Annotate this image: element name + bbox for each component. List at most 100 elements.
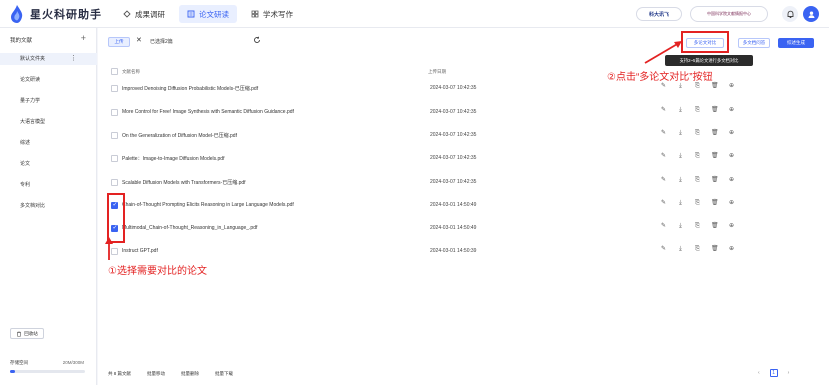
download-icon[interactable]: ⤓ [677,200,684,207]
delete-icon[interactable]: 🗑 [711,200,719,207]
document-name[interactable]: Palette：Image-to-Image Diffusion Models.… [122,155,224,162]
table-row[interactable]: Multimodal_Chain-of-Thought_Reasoning_in… [108,222,758,236]
download-icon[interactable]: ⤓ [677,107,684,114]
document-name[interactable]: Chain-of-Thought Prompting Elicits Reaso… [122,202,294,208]
share-icon[interactable]: ⎘ [694,177,701,184]
download-icon[interactable]: ⤓ [677,246,684,253]
delete-icon[interactable]: 🗑 [711,83,719,90]
share-icon[interactable]: ⎘ [694,153,701,160]
delete-icon[interactable]: 🗑 [711,130,719,137]
download-icon[interactable]: ⤓ [677,177,684,184]
more-vertical-icon[interactable]: ⋮ [70,53,77,65]
clear-selection-icon[interactable]: ✕ [136,36,142,44]
row-checkbox[interactable] [111,132,118,139]
table-row[interactable]: Chain-of-Thought Prompting Elicits Reaso… [108,199,758,213]
top-header: 星火科研助手 成果调研 论文研读 学术写作 科大讯飞 中国科学院文献情报中心 [0,0,829,28]
row-checkbox[interactable] [111,155,118,162]
row-actions: ✎ ⤓ ⎘ 🗑 ⊕ [660,83,745,90]
delete-icon[interactable]: 🗑 [711,153,719,160]
prev-page-button[interactable]: ‹ [758,370,760,376]
delete-icon[interactable]: 🗑 [711,107,719,114]
edit-icon[interactable]: ✎ [660,200,667,207]
batch-download-button[interactable]: 批量下载 [215,371,233,377]
download-icon[interactable]: ⤓ [677,153,684,160]
multi-doc-qa-button[interactable]: 多文档问答 [738,38,770,48]
document-name[interactable]: Instruct GPT.pdf [122,248,158,254]
edit-icon[interactable]: ✎ [660,107,667,114]
sidebar-item-papers[interactable]: 论文 [0,158,97,170]
sidebar-item-multidoc-compare[interactable]: 多文档对比 [0,200,97,212]
play-icon[interactable]: ⊕ [728,246,735,253]
notification-button[interactable] [782,6,798,22]
download-icon[interactable]: ⤓ [677,223,684,230]
share-icon[interactable]: ⎘ [694,223,701,230]
sidebar-item-default-folder[interactable]: 默认文件夹 ⋮ [0,53,97,65]
upload-button[interactable]: 上传 [108,37,130,47]
review-generate-button[interactable]: 综述生成 [778,38,814,48]
edit-icon[interactable]: ✎ [660,130,667,137]
edit-icon[interactable]: ✎ [660,83,667,90]
user-avatar[interactable] [803,6,819,22]
batch-move-button[interactable]: 批量移动 [147,371,165,377]
download-icon[interactable]: ⤓ [677,83,684,90]
sidebar-item-quantum[interactable]: 量子力学 [0,95,97,107]
document-name[interactable]: Improved Denoising Diffusion Probabilist… [122,85,258,92]
nav-academic-writing[interactable]: 学术写作 [243,5,301,23]
sidebar-item-review[interactable]: 综述 [0,137,97,149]
edit-icon[interactable]: ✎ [660,246,667,253]
delete-icon[interactable]: 🗑 [711,177,719,184]
delete-icon[interactable]: 🗑 [711,246,719,253]
table-row[interactable]: More Control for Free! Image Synthesis w… [108,106,758,120]
document-count: 共 8 篇文献 [108,371,132,376]
play-icon[interactable]: ⊕ [728,107,735,114]
user-icon [808,11,814,18]
share-icon[interactable]: ⎘ [694,200,701,207]
row-actions: ✎ ⤓ ⎘ 🗑 ⊕ [660,130,745,137]
play-icon[interactable]: ⊕ [728,200,735,207]
batch-delete-button[interactable]: 批量删除 [181,371,199,377]
nav-paper-reading[interactable]: 论文研读 [179,5,237,23]
play-icon[interactable]: ⊕ [728,177,735,184]
partner-name: 科大讯飞 [648,11,669,18]
document-name[interactable]: More Control for Free! Image Synthesis w… [122,109,294,115]
refresh-icon[interactable] [253,36,261,46]
edit-icon[interactable]: ✎ [660,177,667,184]
edit-icon[interactable]: ✎ [660,153,667,160]
delete-icon[interactable]: 🗑 [711,223,719,230]
select-all-checkbox[interactable] [111,68,118,75]
recycle-label: 回收站 [24,330,38,336]
sidebar-item-patent[interactable]: 专利 [0,179,97,191]
share-icon[interactable]: ⎘ [694,107,701,114]
edit-icon[interactable]: ✎ [660,223,667,230]
page-1-button[interactable]: 1 [769,369,778,377]
document-name[interactable]: On the Generalization of Diffusion Model… [122,132,237,139]
share-icon[interactable]: ⎘ [694,83,701,90]
upload-date: 2024-03-07 10:42:35 [430,109,477,115]
play-icon[interactable]: ⊕ [728,83,735,90]
document-name[interactable]: Scalable Diffusion Models with Transform… [122,179,246,186]
document-name[interactable]: Multimodal_Chain-of-Thought_Reasoning_in… [122,225,257,231]
download-icon[interactable]: ⤓ [677,130,684,137]
table-row[interactable]: On the Generalization of Diffusion Model… [108,129,758,143]
app-logo[interactable]: 星火科研助手 [10,5,102,23]
table-row[interactable]: Scalable Diffusion Models with Transform… [108,176,758,190]
next-page-button[interactable]: › [788,370,790,376]
row-checkbox[interactable] [111,109,118,116]
add-folder-button[interactable]: + [81,33,86,43]
table-row[interactable]: Palette：Image-to-Image Diffusion Models.… [108,152,758,166]
row-checkbox[interactable] [111,85,118,92]
share-icon[interactable]: ⎘ [694,246,701,253]
row-checkbox[interactable] [111,179,118,186]
play-icon[interactable]: ⊕ [728,153,735,160]
play-icon[interactable]: ⊕ [728,130,735,137]
recycle-bin-button[interactable]: 回收站 [10,328,44,339]
play-icon[interactable]: ⊕ [728,223,735,230]
sidebar-item-paper-reading[interactable]: 论文研读 [0,74,97,86]
share-icon[interactable]: ⎘ [694,130,701,137]
nav-research-survey[interactable]: 成果调研 [115,5,173,23]
trash-icon [17,331,22,337]
table-row[interactable]: Improved Denoising Diffusion Probabilist… [108,82,758,96]
table-row[interactable]: Instruct GPT.pdf 2024-03-01 14:50:39 ✎ ⤓ ⎘ 🗑 ⊕ [108,245,758,259]
sidebar-item-label: 论文 [20,161,31,167]
sidebar-item-llm[interactable]: 大语言模型 [0,116,97,128]
